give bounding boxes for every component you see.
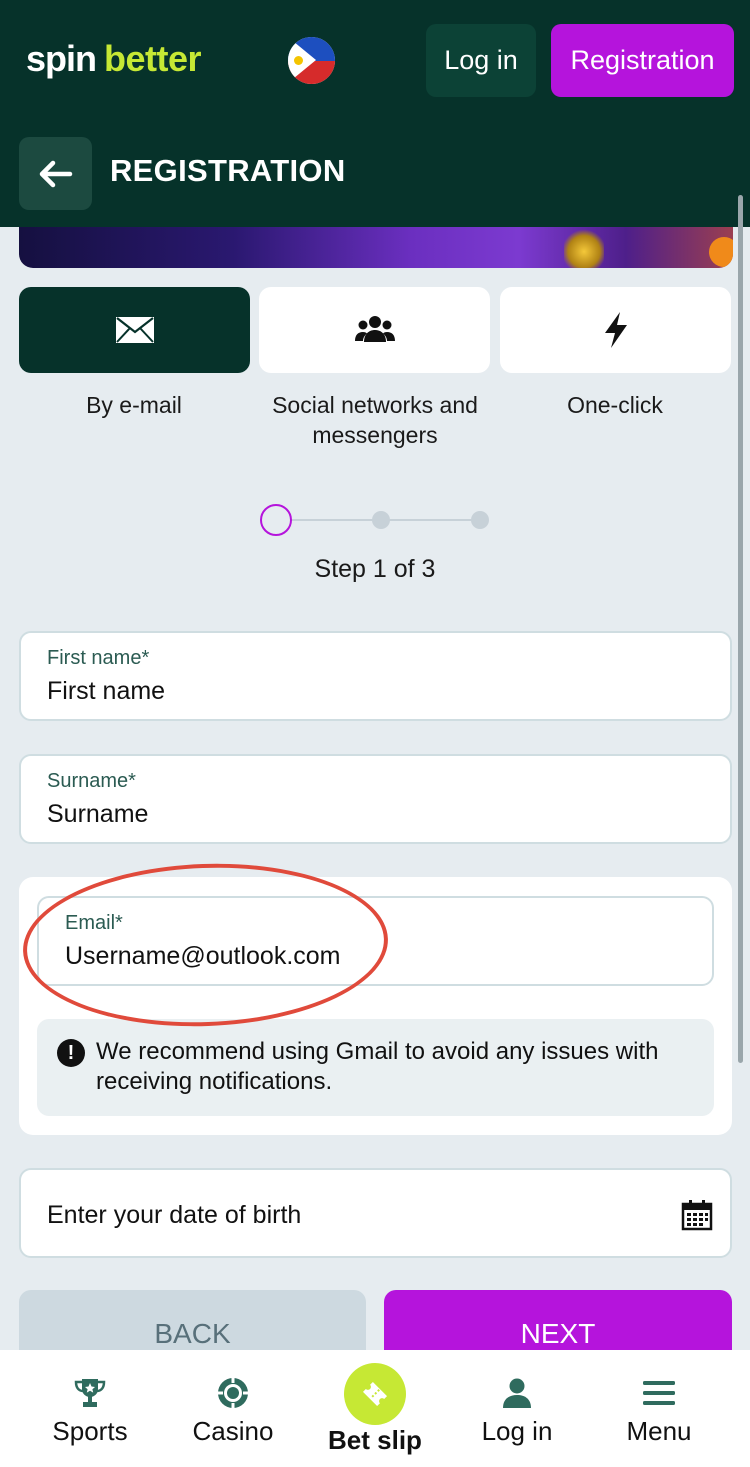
step-counter: Step 1 of 3 bbox=[314, 555, 436, 583]
logo-spin-text: spin bbox=[26, 38, 97, 79]
ticket-icon bbox=[362, 1381, 388, 1407]
trophy-icon bbox=[74, 1379, 106, 1407]
promo-banner[interactable] bbox=[19, 227, 733, 268]
nav-bet-slip[interactable] bbox=[344, 1363, 406, 1425]
page-title: REGISTRATION bbox=[110, 153, 346, 188]
nav-login[interactable]: Log in bbox=[442, 1350, 592, 1467]
philippines-flag-icon[interactable] bbox=[288, 37, 335, 84]
tab-one-click[interactable] bbox=[500, 287, 731, 373]
trophy-icon bbox=[564, 227, 604, 268]
tab-label-by-email: By e-mail bbox=[86, 392, 182, 418]
notice-text: We recommend using Gmail to avoid any is… bbox=[96, 1038, 659, 1095]
tab-label-one-click: One-click bbox=[567, 392, 663, 418]
spinbetter-logo[interactable]: spin better bbox=[26, 38, 202, 86]
tab-social-networks[interactable] bbox=[259, 287, 490, 373]
registration-subheader: REGISTRATION bbox=[0, 120, 750, 227]
lightning-icon bbox=[604, 312, 627, 348]
step-3-indicator bbox=[471, 511, 489, 529]
exclamation-icon: ! bbox=[57, 1039, 85, 1067]
surname-input[interactable]: Surname bbox=[47, 800, 148, 829]
nav-menu-label: Menu bbox=[626, 1416, 692, 1446]
nav-sports-label: Sports bbox=[52, 1416, 128, 1446]
nav-casino[interactable]: Casino bbox=[158, 1350, 308, 1467]
login-button[interactable]: Log in bbox=[426, 24, 536, 97]
nav-menu[interactable]: Menu bbox=[584, 1350, 734, 1467]
first-name-input[interactable]: First name bbox=[47, 677, 165, 706]
registration-button[interactable]: Registration bbox=[551, 24, 734, 97]
nav-casino-label: Casino bbox=[192, 1416, 274, 1446]
calendar-icon[interactable] bbox=[681, 1199, 713, 1231]
tab-label-social-networks: Social networks and messengers bbox=[272, 392, 478, 448]
users-icon bbox=[354, 316, 395, 342]
top-header: spin better Log in Registration bbox=[0, 0, 750, 120]
step-progress bbox=[260, 504, 500, 536]
date-of-birth-input[interactable]: Enter your date of birth bbox=[47, 1201, 301, 1230]
user-icon bbox=[503, 1378, 531, 1408]
nav-bet-slip-label: Bet slip bbox=[328, 1425, 422, 1455]
banner-decoration bbox=[709, 237, 733, 267]
tab-by-email[interactable] bbox=[19, 287, 250, 373]
nav-sports[interactable]: Sports bbox=[15, 1350, 165, 1467]
back-arrow-button[interactable] bbox=[19, 137, 92, 210]
casino-chip-icon bbox=[218, 1378, 248, 1408]
bottom-navigation: Sports Casino Bet slip Log in Menu bbox=[0, 1350, 750, 1467]
hamburger-menu-icon bbox=[643, 1381, 675, 1405]
arrow-left-icon bbox=[39, 160, 72, 187]
first-name-label: First name* bbox=[47, 647, 150, 669]
logo-better-text: better bbox=[104, 38, 202, 79]
surname-label: Surname* bbox=[47, 770, 136, 792]
surname-field[interactable]: Surname* Surname bbox=[19, 754, 732, 844]
nav-login-label: Log in bbox=[481, 1416, 553, 1446]
first-name-field[interactable]: First name* First name bbox=[19, 631, 732, 721]
envelope-icon bbox=[115, 317, 154, 343]
step-2-indicator bbox=[372, 511, 390, 529]
gmail-recommendation-notice: ! We recommend using Gmail to avoid any … bbox=[37, 1019, 714, 1116]
step-1-indicator bbox=[260, 504, 292, 536]
scrollbar[interactable] bbox=[738, 195, 743, 1063]
date-of-birth-field[interactable]: Enter your date of birth bbox=[19, 1168, 732, 1258]
